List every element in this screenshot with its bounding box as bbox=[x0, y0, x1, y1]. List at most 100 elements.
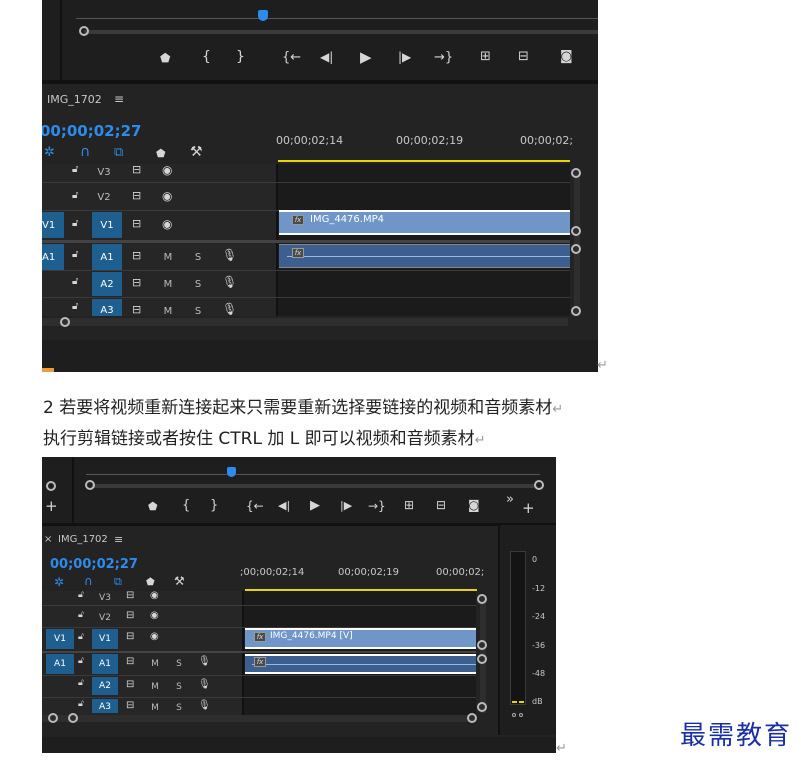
film-icon[interactable]: ⊟ bbox=[132, 218, 141, 229]
vertical-scroll-handle[interactable] bbox=[477, 702, 487, 712]
film-icon[interactable]: ⊟ bbox=[126, 611, 134, 621]
linked-selection-icon[interactable]: ⧉ bbox=[114, 146, 123, 159]
playhead-marker-icon[interactable] bbox=[258, 10, 268, 21]
track-label-v2[interactable]: V2 bbox=[94, 192, 114, 203]
mute-button[interactable]: M bbox=[150, 703, 160, 713]
film-icon[interactable]: ⊟ bbox=[132, 190, 141, 201]
track-label-v3[interactable]: V3 bbox=[96, 593, 114, 603]
lock-icon[interactable]: 🔓︎ bbox=[78, 679, 84, 688]
lock-icon[interactable]: 🔓︎ bbox=[72, 250, 78, 260]
zoom-handle[interactable] bbox=[79, 26, 89, 36]
overwrite-icon[interactable]: ⊟ bbox=[518, 50, 529, 63]
solo-button[interactable]: S bbox=[192, 252, 204, 263]
horizontal-scroll-handle[interactable] bbox=[68, 713, 78, 723]
lock-icon[interactable]: 🔓︎ bbox=[72, 277, 78, 287]
insert-icon[interactable]: ⊞ bbox=[404, 499, 414, 511]
mark-in-icon[interactable]: { bbox=[182, 499, 190, 512]
linked-selection-icon[interactable]: ⧉ bbox=[114, 576, 122, 587]
work-area-bar[interactable] bbox=[278, 160, 570, 162]
insert-icon[interactable]: ⊞ bbox=[480, 50, 491, 63]
horizontal-scroll-track[interactable] bbox=[42, 715, 476, 722]
add-icon[interactable]: + bbox=[45, 499, 58, 514]
mute-button[interactable]: M bbox=[162, 279, 174, 290]
lock-icon[interactable]: 🔓︎ bbox=[72, 219, 78, 229]
lock-icon[interactable]: 🔓︎ bbox=[72, 302, 78, 312]
mic-icon[interactable]: 🎙︎ bbox=[198, 657, 211, 667]
film-icon[interactable]: ⊟ bbox=[126, 632, 134, 642]
vertical-scroll-handle[interactable] bbox=[477, 654, 487, 664]
nest-icon[interactable]: ✲ bbox=[44, 146, 55, 159]
step-forward-icon[interactable]: |▶ bbox=[340, 500, 352, 511]
add-button-icon[interactable]: + bbox=[522, 501, 535, 516]
film-icon[interactable]: ⊟ bbox=[132, 304, 141, 315]
solo-button[interactable]: S bbox=[174, 682, 184, 692]
solo-indicator[interactable] bbox=[512, 713, 516, 717]
mic-icon[interactable]: 🎙︎ bbox=[222, 303, 237, 315]
track-label-v2[interactable]: V2 bbox=[96, 613, 114, 623]
film-icon[interactable]: ⊟ bbox=[126, 680, 134, 690]
horizontal-scroll-handle[interactable] bbox=[60, 317, 70, 327]
track-label-v3[interactable]: V3 bbox=[94, 167, 114, 178]
mic-icon[interactable]: 🎙︎ bbox=[198, 680, 211, 690]
lock-icon[interactable]: 🔓︎ bbox=[72, 165, 78, 175]
mark-out-icon[interactable]: } bbox=[210, 499, 218, 512]
eye-icon[interactable]: ◉ bbox=[150, 591, 159, 601]
horizontal-scroll-track[interactable] bbox=[42, 318, 568, 326]
film-icon[interactable]: ⊟ bbox=[132, 277, 141, 288]
mute-button[interactable]: M bbox=[162, 306, 174, 317]
playhead-ruler[interactable] bbox=[86, 474, 540, 475]
step-back-icon[interactable]: ◀| bbox=[278, 500, 290, 511]
film-icon[interactable]: ⊟ bbox=[126, 701, 134, 711]
solo-button[interactable]: S bbox=[192, 279, 204, 290]
solo-indicator[interactable] bbox=[519, 713, 523, 717]
zoom-handle[interactable] bbox=[534, 480, 544, 490]
lock-icon[interactable]: 🔓︎ bbox=[78, 611, 84, 620]
film-icon[interactable]: ⊟ bbox=[132, 164, 141, 175]
film-icon[interactable]: ⊟ bbox=[126, 657, 134, 667]
wrench-icon[interactable]: ⚒ bbox=[190, 145, 203, 159]
playhead-ruler[interactable] bbox=[76, 18, 598, 19]
go-to-in-icon[interactable]: {← bbox=[246, 500, 264, 512]
mark-in-icon[interactable]: { bbox=[202, 50, 211, 64]
tab-menu-icon[interactable]: ≡ bbox=[114, 533, 123, 546]
mic-icon[interactable]: 🎙︎ bbox=[198, 701, 211, 711]
mic-icon[interactable]: 🎙︎ bbox=[222, 249, 237, 261]
timecode-display[interactable]: 00;00;02;27 bbox=[50, 557, 138, 572]
sequence-tab-title[interactable]: IMG_1702 bbox=[58, 534, 108, 545]
film-icon[interactable]: ⊟ bbox=[126, 591, 134, 601]
zoom-scrollbar[interactable] bbox=[92, 484, 536, 488]
sequence-tab-title[interactable]: IMG_1702 bbox=[47, 93, 102, 106]
zoom-handle[interactable] bbox=[85, 480, 95, 490]
marker-icon[interactable]: ⬟ bbox=[148, 501, 158, 512]
play-icon[interactable]: ▶ bbox=[360, 50, 372, 65]
camera-icon[interactable]: ◙ bbox=[468, 499, 480, 511]
eye-icon[interactable]: ◉ bbox=[150, 611, 159, 621]
vertical-scroll-handle[interactable] bbox=[477, 640, 487, 650]
marker-icon[interactable]: ⬟ bbox=[160, 52, 170, 64]
solo-button[interactable]: S bbox=[174, 703, 184, 713]
vertical-scroll-handle[interactable] bbox=[571, 306, 581, 316]
play-icon[interactable]: ▶ bbox=[310, 499, 320, 512]
film-icon[interactable]: ⊟ bbox=[132, 250, 141, 261]
mute-button[interactable]: M bbox=[162, 252, 174, 263]
snap-magnet-icon[interactable]: ∩ bbox=[84, 575, 93, 587]
mark-out-icon[interactable]: } bbox=[236, 50, 245, 64]
vertical-scroll-handle[interactable] bbox=[571, 226, 581, 236]
go-to-out-icon[interactable]: →} bbox=[434, 51, 453, 64]
lock-icon[interactable]: 🔓︎ bbox=[78, 657, 84, 666]
lock-icon[interactable]: 🔓︎ bbox=[78, 633, 84, 642]
playhead-marker-icon[interactable] bbox=[227, 467, 236, 477]
snap-magnet-icon[interactable]: ∩ bbox=[80, 145, 90, 159]
solo-button[interactable]: S bbox=[192, 306, 204, 317]
eye-icon[interactable]: ◉ bbox=[162, 190, 172, 202]
mute-button[interactable]: M bbox=[150, 682, 160, 692]
mute-button[interactable]: M bbox=[150, 659, 160, 669]
add-marker-icon[interactable]: ⬟ bbox=[146, 578, 155, 588]
lock-icon[interactable]: 🔓︎ bbox=[78, 700, 84, 709]
zoom-handle[interactable] bbox=[46, 481, 56, 491]
overwrite-icon[interactable]: ⊟ bbox=[436, 499, 446, 511]
add-marker-icon[interactable]: ⬟ bbox=[156, 148, 166, 159]
solo-button[interactable]: S bbox=[174, 659, 184, 669]
overflow-icon[interactable]: » bbox=[506, 493, 514, 506]
vertical-scroll-handle[interactable] bbox=[571, 244, 581, 254]
